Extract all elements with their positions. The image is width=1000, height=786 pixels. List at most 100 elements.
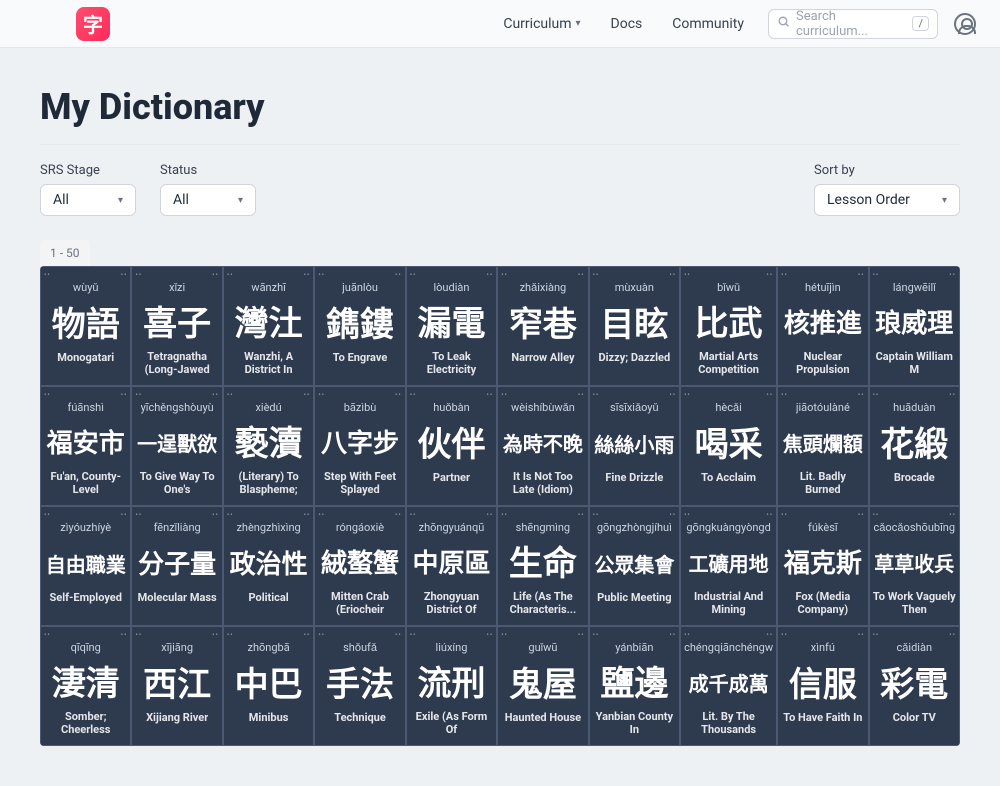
card-hanzi: 鹽邊 (600, 658, 668, 710)
dictionary-card[interactable]: ••••jiāotóulàné焦頭爛額Lit. Badly Burned (777, 386, 868, 506)
card-hanzi: 政治性 (230, 538, 308, 591)
dictionary-card[interactable]: ••••mùxuàn目眩Dizzy; Dazzled (589, 266, 680, 386)
dictionary-card[interactable]: ••••bāzìbù八字步Step With Feet Splayed (314, 386, 405, 506)
chevron-down-icon: ▾ (238, 195, 243, 206)
card-pinyin: wānzhī (251, 281, 286, 294)
card-hanzi: 物語 (52, 298, 120, 351)
dictionary-card[interactable]: ••••xìnfú信服To Have Faith In (777, 626, 868, 746)
card-meaning: Life (As The Characteris... (501, 590, 584, 618)
card-hanzi: 八字步 (321, 418, 399, 470)
card-hanzi: 生命 (509, 538, 577, 590)
dictionary-card[interactable]: ••••shǒufǎ手法Technique (314, 626, 405, 746)
dictionary-card[interactable]: ••••xījiāng西江Xijiang River (131, 626, 222, 746)
dictionary-card[interactable]: ••••guǐwū鬼屋Haunted House (497, 626, 588, 746)
card-pinyin: qīqīng (71, 641, 101, 654)
dictionary-card[interactable]: ••••huǒbàn伙伴Partner (406, 386, 497, 506)
dictionary-card[interactable]: ••••zhǎixiàng窄巷Narrow Alley (497, 266, 588, 386)
dictionary-card[interactable]: ••••gōngkuàngyòngd工礦用地Industrial And Min… (680, 506, 777, 626)
card-dots: •••• (135, 511, 218, 519)
app-logo[interactable]: 字 (76, 7, 110, 41)
dictionary-card[interactable]: ••••xǐzi喜子Tetragnatha (Long-Jawed (131, 266, 222, 386)
dictionary-card[interactable]: ••••hècǎi喝采To Acclaim (680, 386, 777, 506)
dictionary-card[interactable]: ••••huāduàn花緞Brocade (869, 386, 960, 506)
dictionary-card[interactable]: ••••wèishíbùwǎn為時不晚It Is Not Too Late (I… (497, 386, 588, 506)
sort-select[interactable]: Lesson Order ▾ (814, 184, 960, 216)
card-dots: •••• (781, 631, 864, 639)
card-pinyin: cǎidiàn (897, 641, 933, 654)
card-hanzi: 喜子 (143, 298, 211, 350)
dictionary-card[interactable]: ••••liúxíng流刑Exile (As Form Of (406, 626, 497, 746)
card-meaning: Self-Employed (49, 591, 121, 617)
dictionary-card[interactable]: ••••lòudiàn漏電To Leak Electricity (406, 266, 497, 386)
card-dots: •••• (227, 631, 310, 639)
card-hanzi: 琅威理 (875, 298, 953, 350)
dictionary-card[interactable]: ••••hétuījìn核推進Nuclear Propulsion (777, 266, 868, 386)
dictionary-card[interactable]: ••••róngáoxiè絨螯蟹Mitten Crab (Eriocheir (314, 506, 405, 626)
dictionary-card[interactable]: ••••zìyóuzhíyè自由職業Self-Employed (40, 506, 131, 626)
card-dots: •••• (135, 391, 218, 399)
card-meaning: Narrow Alley (511, 351, 574, 377)
dictionary-card[interactable]: ••••yīchěngshòuyù一逞獸欲To Give Way To One'… (131, 386, 222, 506)
card-meaning: To Engrave (333, 351, 388, 377)
dictionary-card[interactable]: ••••fēnzǐliàng分子量Molecular Mass (131, 506, 222, 626)
dictionary-card[interactable]: ••••wānzhī灣汢Wanzhi, A District In (223, 266, 314, 386)
card-pinyin: yánbiān (615, 641, 653, 654)
dictionary-card[interactable]: ••••yánbiān鹽邊Yanbian County In (589, 626, 680, 746)
dictionary-card[interactable]: ••••sīsīxiǎoyǔ絲絲小雨Fine Drizzle (589, 386, 680, 506)
card-pinyin: róngáoxiè (336, 521, 384, 534)
card-hanzi: 絲絲小雨 (594, 418, 674, 471)
card-hanzi: 一逞獸欲 (137, 418, 217, 470)
dictionary-card[interactable]: ••••gōngzhòngjíhuì公眾集會Public Meeting (589, 506, 680, 626)
status-select[interactable]: All ▾ (160, 184, 256, 216)
nav-curriculum[interactable]: Curriculum ▾ (503, 16, 580, 32)
card-dots: •••• (135, 271, 218, 279)
card-meaning: (Literary) To Blaspheme; (227, 470, 310, 498)
card-dots: •••• (410, 271, 493, 279)
card-hanzi: 比武 (695, 298, 763, 350)
card-meaning: Lit. Badly Burned (781, 470, 864, 498)
dictionary-card[interactable]: ••••wùyǔ物語Monogatari (40, 266, 131, 386)
dictionary-card[interactable]: ••••bǐwǔ比武Martial Arts Competition (680, 266, 777, 386)
card-dots: •••• (318, 631, 401, 639)
dictionary-card[interactable]: ••••cǎocǎoshōubīng草草收兵To Work Vaguely Th… (869, 506, 960, 626)
card-meaning: Xijiang River (146, 711, 208, 737)
dictionary-card[interactable]: ••••xièdú褻瀆(Literary) To Blaspheme; (223, 386, 314, 506)
card-pinyin: zhǎixiàng (520, 281, 567, 294)
chevron-down-icon: ▾ (942, 195, 947, 206)
dictionary-card[interactable]: ••••shēngmìng生命Life (As The Characteris.… (497, 506, 588, 626)
card-dots: •••• (684, 391, 773, 399)
dictionary-card[interactable]: ••••zhèngzhìxìng政治性Political (223, 506, 314, 626)
user-avatar[interactable] (954, 13, 976, 35)
dictionary-card[interactable]: ••••zhōngyuánqū中原區Zhongyuan District Of (406, 506, 497, 626)
dictionary-card[interactable]: ••••chéngqiānchéngw成千成萬Lit. By The Thous… (680, 626, 777, 746)
card-dots: •••• (593, 271, 676, 279)
search-placeholder: Search curriculum... (796, 9, 906, 39)
dictionary-card[interactable]: ••••fúkèsī福克斯Fox (Media Company) (777, 506, 868, 626)
srs-stage-value: All (53, 192, 69, 208)
dictionary-card[interactable]: ••••zhōngbā中巴Minibus (223, 626, 314, 746)
search-input[interactable]: Search curriculum... / (768, 9, 938, 39)
card-dots: •••• (227, 391, 310, 399)
card-meaning: To Leak Electricity (410, 350, 493, 378)
card-pinyin: shǒufǎ (343, 641, 377, 654)
card-hanzi: 草草收兵 (874, 538, 954, 590)
dictionary-card[interactable]: ••••cǎidiàn彩電Color TV (869, 626, 960, 746)
card-hanzi: 福安市 (47, 418, 125, 470)
card-hanzi: 手法 (326, 658, 394, 711)
card-dots: •••• (684, 271, 773, 279)
card-dots: •••• (593, 511, 676, 519)
nav-community[interactable]: Community (672, 16, 744, 32)
card-meaning: Partner (433, 471, 470, 497)
card-meaning: Fine Drizzle (605, 471, 663, 497)
card-hanzi: 西江 (143, 658, 211, 711)
dictionary-card[interactable]: ••••fúānshì福安市Fu'an, County-Level (40, 386, 131, 506)
nav-docs[interactable]: Docs (611, 16, 643, 32)
card-meaning: Fox (Media Company) (781, 590, 864, 618)
dictionary-card[interactable]: ••••qīqīng淒清Somber; Cheerless (40, 626, 131, 746)
srs-stage-select[interactable]: All ▾ (40, 184, 136, 216)
card-hanzi: 成千成萬 (689, 658, 769, 710)
card-dots: •••• (135, 631, 218, 639)
dictionary-card[interactable]: ••••lángwēilǐ琅威理Captain William M (869, 266, 960, 386)
dictionary-card[interactable]: ••••juānlòu鐫鏤To Engrave (314, 266, 405, 386)
card-meaning: Yanbian County In (593, 710, 676, 738)
